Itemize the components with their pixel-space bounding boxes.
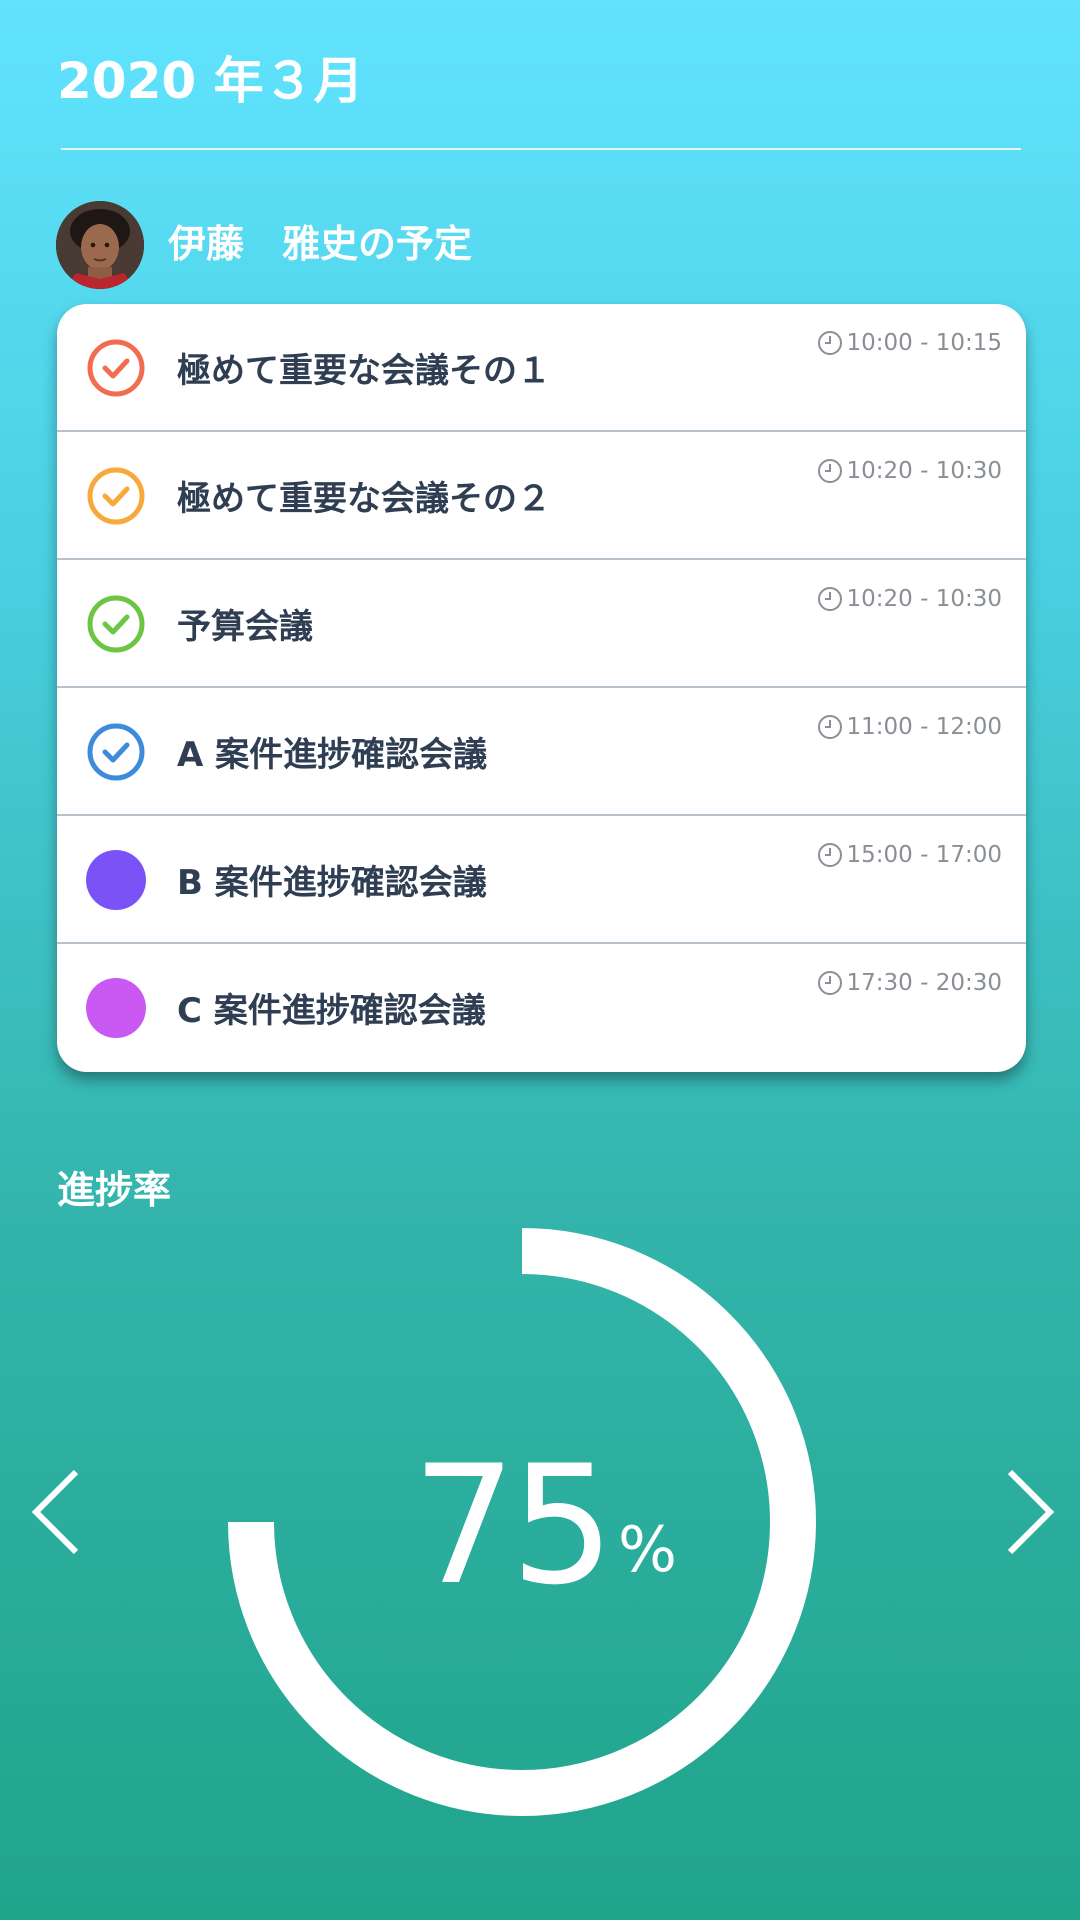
schedule-card: 極めて重要な会議その１ 10:00 - 10:15 極めて重要な会議その２ 10… bbox=[57, 304, 1026, 1072]
next-button[interactable] bbox=[998, 1468, 1058, 1556]
schedule-item-time: 10:00 - 10:15 bbox=[817, 326, 1003, 360]
schedule-item[interactable]: B 案件進捗確認会議 15:00 - 17:00 bbox=[57, 816, 1026, 944]
schedule-item-time: 10:20 - 10:30 bbox=[817, 454, 1003, 488]
clock-icon bbox=[817, 842, 843, 868]
schedule-item-time: 17:30 - 20:30 bbox=[817, 966, 1003, 1000]
schedule-item[interactable]: 予算会議 10:20 - 10:30 bbox=[57, 560, 1026, 688]
clock-icon bbox=[817, 330, 843, 356]
schedule-item-time: 11:00 - 12:00 bbox=[817, 710, 1003, 744]
schedule-item-time-text: 10:00 - 10:15 bbox=[846, 330, 1003, 356]
schedule-item-time: 15:00 - 17:00 bbox=[817, 838, 1003, 872]
progress-value: 75 bbox=[412, 1430, 615, 1621]
schedule-item-title: A 案件進捗確認会議 bbox=[177, 735, 488, 775]
check-circle-icon[interactable] bbox=[86, 722, 146, 782]
clock-icon bbox=[817, 714, 843, 740]
schedule-item-title: 予算会議 bbox=[177, 607, 313, 647]
schedule-item-title: B 案件進捗確認会議 bbox=[177, 863, 487, 903]
chevron-right-icon bbox=[1007, 1469, 1055, 1555]
clock-icon bbox=[817, 970, 843, 996]
clock-icon bbox=[817, 458, 843, 484]
schedule-item-time-text: 11:00 - 12:00 bbox=[846, 714, 1003, 740]
schedule-item-time: 10:20 - 10:30 bbox=[817, 582, 1003, 616]
schedule-item-time-text: 10:20 - 10:30 bbox=[846, 458, 1003, 484]
header-divider bbox=[61, 148, 1021, 150]
schedule-item-time-text: 15:00 - 17:00 bbox=[846, 842, 1003, 868]
check-circle-icon[interactable] bbox=[86, 466, 146, 526]
schedule-item-time-text: 17:30 - 20:30 bbox=[846, 970, 1003, 996]
check-circle-icon[interactable] bbox=[86, 338, 146, 398]
month-title: 2020 年３月 bbox=[57, 52, 364, 110]
schedule-item[interactable]: 極めて重要な会議その２ 10:20 - 10:30 bbox=[57, 432, 1026, 560]
progress-unit: % bbox=[618, 1513, 677, 1586]
schedule-item[interactable]: A 案件進捗確認会議 11:00 - 12:00 bbox=[57, 688, 1026, 816]
schedule-item-time-text: 10:20 - 10:30 bbox=[846, 586, 1003, 612]
progress-label: 進捗率 bbox=[57, 1168, 172, 1212]
schedule-owner-label: 伊藤 雅史の予定 bbox=[168, 222, 473, 266]
avatar bbox=[56, 201, 144, 289]
filled-circle-icon[interactable] bbox=[86, 850, 146, 910]
schedule-item-title: C 案件進捗確認会議 bbox=[177, 991, 486, 1031]
schedule-item-title: 極めて重要な会議その１ bbox=[177, 351, 551, 391]
previous-button[interactable] bbox=[28, 1468, 88, 1556]
schedule-item[interactable]: 極めて重要な会議その１ 10:00 - 10:15 bbox=[57, 304, 1026, 432]
clock-icon bbox=[817, 586, 843, 612]
check-circle-icon[interactable] bbox=[86, 594, 146, 654]
schedule-item[interactable]: C 案件進捗確認会議 17:30 - 20:30 bbox=[57, 944, 1026, 1072]
schedule-item-title: 極めて重要な会議その２ bbox=[177, 479, 551, 519]
chevron-left-icon bbox=[31, 1469, 79, 1555]
filled-circle-icon[interactable] bbox=[86, 978, 146, 1038]
